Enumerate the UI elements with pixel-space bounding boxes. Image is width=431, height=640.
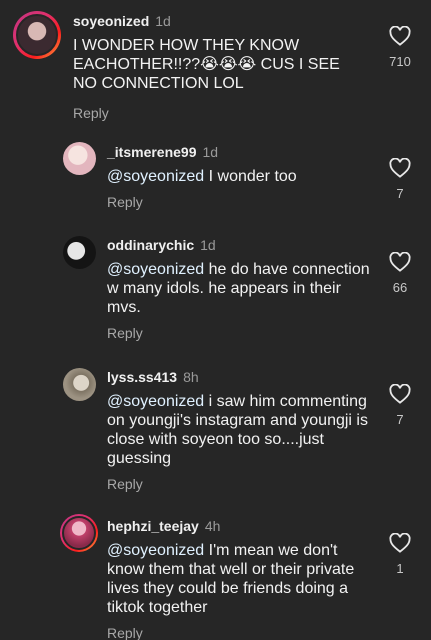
like-count: 7 [396,412,404,427]
reply-button[interactable]: Reply [107,194,377,210]
comment-time: 8h [183,369,199,385]
comment-username[interactable]: soyeonized [73,13,149,29]
comment-text: @soyeonized I wonder too [107,168,297,185]
comment-time: 4h [204,518,221,534]
comment-username[interactable]: lyss.ss413 [107,369,177,385]
heart-icon [389,158,411,178]
comment-text: I WONDER HOW THEY KNOW EACHOTHER!!??😭😭😭 … [73,37,340,92]
avatar[interactable] [60,514,98,552]
like-count: 710 [389,54,411,69]
heart-icon [389,252,411,272]
reply-button[interactable]: Reply [107,625,377,640]
like-count: 1 [396,561,404,576]
like-button[interactable]: 1 [380,533,420,576]
mention-link[interactable]: @soyeonized [107,542,204,559]
like-count: 7 [396,186,404,201]
comment-time: 1d [155,13,171,29]
heart-icon [389,384,411,404]
comment-text: @soyeonized i saw him commenting on youn… [107,393,368,467]
avatar[interactable] [13,11,61,59]
comment-time: 1d [202,144,219,160]
mention-link[interactable]: @soyeonized [107,261,204,278]
like-count: 66 [392,280,408,295]
comment-username[interactable]: hephzi_teejay [107,518,199,534]
reply-button[interactable]: Reply [107,476,377,492]
reply-button[interactable]: Reply [73,105,383,121]
like-button[interactable]: 7 [380,384,420,427]
like-button[interactable]: 710 [380,26,420,69]
like-button[interactable]: 66 [380,252,420,295]
comment-thread: soyeonized 1d I WONDER HOW THEY KNOW EACH… [0,0,431,640]
avatar[interactable] [63,236,96,269]
reply-button[interactable]: Reply [107,325,377,341]
mention-link[interactable]: @soyeonized [107,168,204,185]
comment-time: 1d [200,237,216,253]
like-button[interactable]: 7 [380,158,420,201]
mention-link[interactable]: @soyeonized [107,393,204,410]
comment-text: @soyeonized he do have connection w many… [107,261,370,316]
comment-text: @soyeonized I'm mean we don't know them … [107,542,355,616]
heart-icon [389,533,411,553]
heart-icon [389,26,411,46]
comment-username[interactable]: oddinarychic [107,237,194,253]
comment-username[interactable]: _itsmerene99 [107,144,197,160]
avatar[interactable] [63,368,96,401]
avatar[interactable] [63,142,96,175]
